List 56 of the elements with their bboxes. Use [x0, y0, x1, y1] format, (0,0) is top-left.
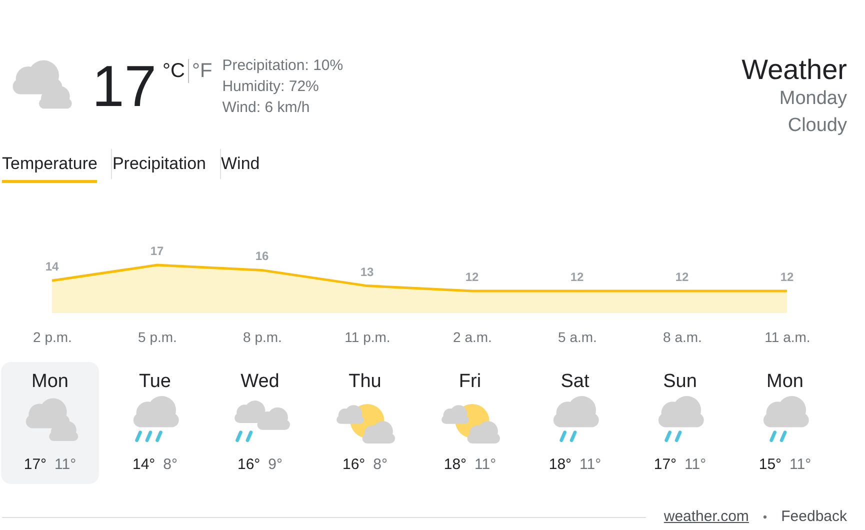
high-temperature: 15°: [758, 455, 782, 475]
day-name: Mon: [32, 370, 68, 394]
time-label: 2 a.m.: [453, 328, 492, 347]
low-temperature: 11°: [790, 455, 812, 475]
low-temperature: 11°: [580, 455, 602, 475]
data-label: 12: [570, 270, 584, 284]
weather-detail: Precipitation: 10%: [222, 56, 344, 76]
data-label: 13: [360, 264, 374, 279]
time-label: 5 p.m.: [138, 328, 177, 347]
low-temperature: 11°: [474, 455, 496, 475]
high-temperature: 14°: [132, 455, 156, 475]
day-name: Mon: [766, 370, 804, 394]
data-label: 12: [465, 270, 479, 284]
day-name: Sun: [663, 370, 697, 394]
day-name: Thu: [348, 370, 382, 394]
high-temperature: 17°: [24, 455, 47, 475]
feedback-link[interactable]: Feedback: [781, 506, 847, 528]
low-temperature: 9°: [268, 455, 283, 475]
high-temperature: 17°: [654, 455, 677, 475]
data-label: 17: [150, 244, 164, 258]
low-temperature: 8°: [163, 455, 178, 475]
data-label: 16: [255, 249, 269, 264]
data-label: 14: [45, 260, 59, 274]
day-name: Wed: [240, 370, 280, 394]
time-label: 2 p.m.: [33, 328, 72, 347]
high-temperature: 16°: [342, 455, 366, 475]
current-temperature: 17: [92, 55, 157, 119]
tab[interactable]: Precipitation: [112, 145, 206, 183]
time-label: 8 a.m.: [663, 328, 702, 347]
weather-title: Weather: [742, 55, 847, 85]
source-link[interactable]: weather.com: [664, 506, 749, 528]
time-label: 5 a.m.: [558, 328, 597, 347]
day-name: Tue: [138, 370, 172, 394]
unit-toggle[interactable]: °F: [188, 59, 212, 83]
data-label: 12: [675, 270, 689, 284]
time-label: 11 p.m.: [344, 328, 390, 347]
weather-detail: Humidity: 72%: [222, 77, 320, 97]
day-label: Monday: [779, 87, 847, 111]
tab[interactable]: Temperature: [2, 145, 98, 183]
tab[interactable]: Wind: [221, 145, 260, 183]
data-label: 12: [780, 270, 794, 284]
low-temperature: 8°: [373, 455, 388, 475]
high-temperature: 16°: [237, 455, 260, 475]
low-temperature: 11°: [54, 455, 76, 475]
time-label: 11 a.m.: [764, 328, 810, 347]
high-temperature: 18°: [444, 455, 467, 475]
condition-label: Cloudy: [788, 114, 847, 138]
day-forecast[interactable]: Mon 17° 11°: [1, 362, 99, 484]
day-name: Fri: [458, 370, 482, 394]
high-temperature: 18°: [548, 455, 572, 475]
unit-toggle[interactable]: °C: [162, 59, 188, 83]
weather-detail: Wind: 6 km/h: [222, 98, 311, 118]
separator-dot: •: [762, 509, 768, 526]
low-temperature: 11°: [684, 455, 706, 475]
day-name: Sat: [560, 370, 590, 394]
time-label: 8 p.m.: [243, 328, 282, 347]
